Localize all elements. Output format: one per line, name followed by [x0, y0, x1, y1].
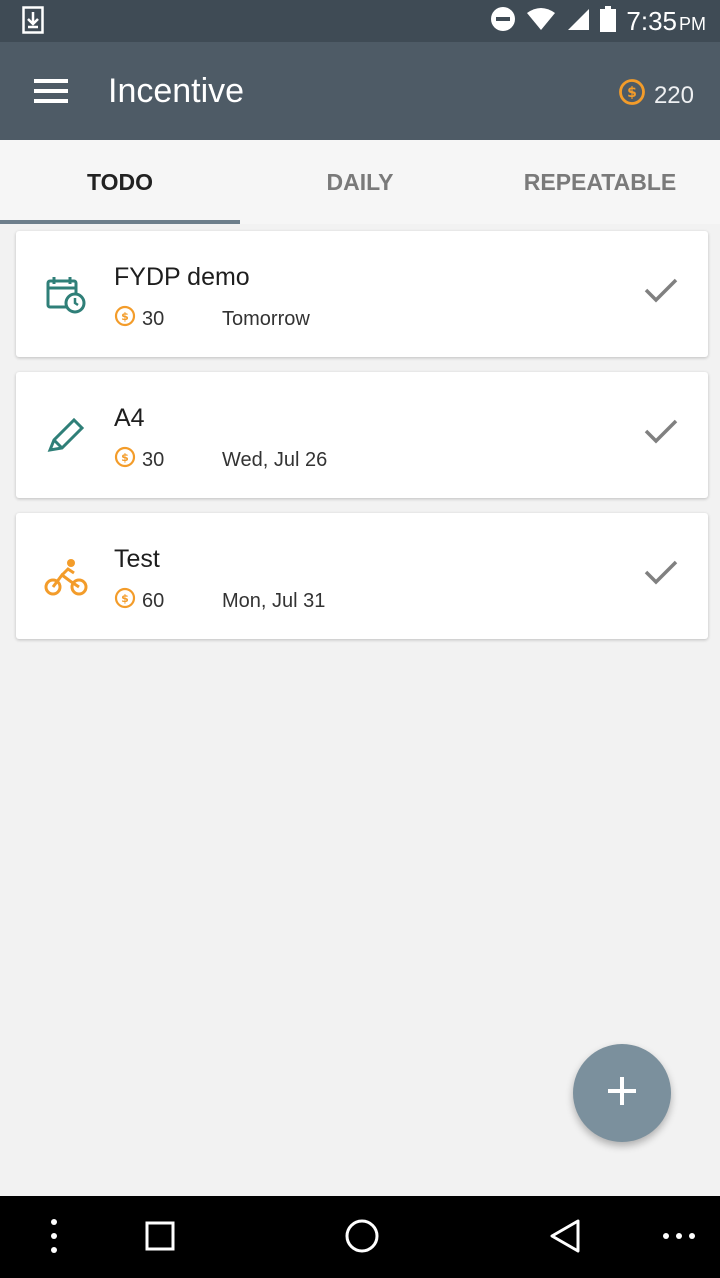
hamburger-menu-icon[interactable] — [34, 78, 68, 109]
app-title: Incentive — [108, 72, 245, 110]
svg-text:$: $ — [121, 451, 129, 464]
back-icon[interactable] — [548, 1218, 582, 1259]
bike-icon — [44, 557, 88, 597]
task-due-date: Mon, Jul 31 — [222, 589, 326, 612]
task-meta: $ 30 Tomorrow — [114, 305, 310, 333]
task-name: FYDP demo — [114, 263, 250, 291]
task-card[interactable]: Test $ 60 Mon, Jul 31 — [16, 513, 708, 639]
more-horizontal-icon[interactable] — [662, 1218, 696, 1259]
coin-icon: $ — [114, 587, 136, 615]
add-task-button[interactable] — [573, 1044, 671, 1142]
complete-check-icon[interactable] — [644, 418, 678, 449]
pencil-icon — [44, 416, 88, 456]
coin-icon: $ — [618, 78, 646, 113]
recents-icon[interactable] — [144, 1218, 176, 1259]
clock-ampm: PM — [679, 13, 706, 34]
task-meta: $ 30 Wed, Jul 26 — [114, 446, 327, 474]
download-notification-icon — [22, 6, 44, 39]
clock-time: 7:35 — [626, 5, 677, 36]
plus-icon — [608, 1076, 636, 1110]
tab-todo[interactable]: TODO — [0, 140, 240, 224]
svg-text:$: $ — [121, 592, 129, 605]
tab-repeatable[interactable]: REPEATABLE — [480, 140, 720, 224]
task-points: 60 — [142, 589, 165, 612]
do-not-disturb-icon — [490, 6, 516, 37]
cell-signal-icon — [566, 7, 590, 36]
more-vertical-icon[interactable] — [48, 1218, 60, 1259]
tab-indicator — [0, 220, 240, 224]
calendar-clock-icon — [44, 275, 88, 315]
coin-icon: $ — [114, 305, 136, 333]
status-bar: 7:35 PM — [0, 0, 720, 42]
task-card[interactable]: A4 $ 30 Wed, Jul 26 — [16, 372, 708, 498]
task-name: A4 — [114, 404, 145, 432]
tab-bar: TODO DAILY REPEATABLE — [0, 140, 720, 224]
task-name: Test — [114, 545, 160, 573]
coin-balance-value: 220 — [653, 81, 694, 109]
complete-check-icon[interactable] — [644, 559, 678, 590]
task-due-date: Wed, Jul 26 — [222, 448, 328, 471]
tab-daily[interactable]: DAILY — [240, 140, 480, 224]
svg-text:$: $ — [627, 85, 637, 101]
task-card[interactable]: FYDP demo $ 30 Tomorrow — [16, 231, 708, 357]
task-due-date: Tomorrow — [222, 307, 310, 330]
coin-balance: $ 220 — [618, 78, 694, 113]
system-nav-bar — [0, 1196, 720, 1278]
task-points: 30 — [142, 307, 165, 330]
coin-icon: $ — [114, 446, 136, 474]
app-bar: Incentive $ 220 — [0, 42, 720, 140]
home-icon[interactable] — [344, 1218, 380, 1259]
battery-icon — [600, 5, 617, 37]
svg-text:$: $ — [121, 310, 129, 323]
complete-check-icon[interactable] — [644, 277, 678, 308]
clock: 7:35 PM — [626, 6, 706, 37]
wifi-icon — [526, 7, 556, 36]
task-meta: $ 60 Mon, Jul 31 — [114, 587, 325, 615]
task-points: 30 — [142, 448, 165, 471]
